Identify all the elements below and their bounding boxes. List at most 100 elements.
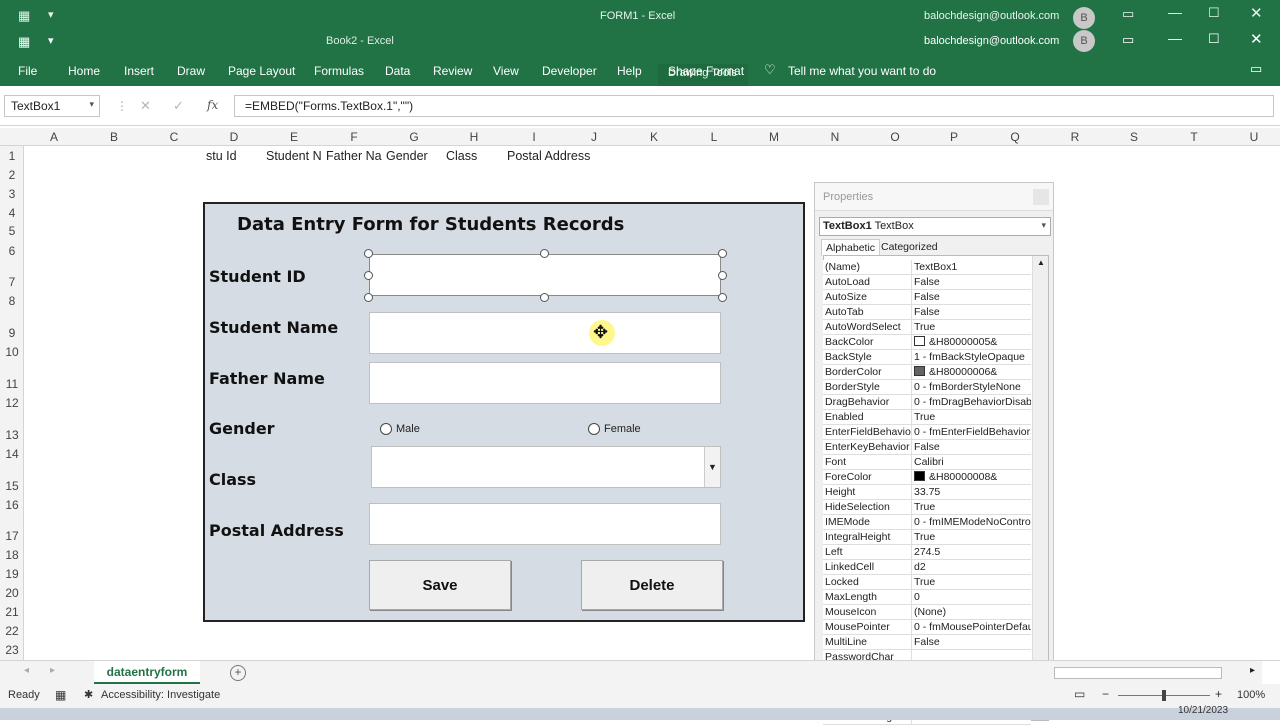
row-header[interactable]: 3	[0, 187, 24, 201]
property-row[interactable]: IMEMode 0 - fmIMEModeNoControl	[823, 515, 1031, 530]
property-value[interactable]: 0 - fmEnterFieldBehaviorS	[914, 426, 1031, 438]
row-header[interactable]: 12	[0, 396, 24, 410]
property-row[interactable]: AutoTab False	[823, 305, 1031, 320]
cell-e1[interactable]: Student N	[266, 149, 322, 163]
column-header[interactable]: U	[1244, 130, 1264, 144]
column-header[interactable]: D	[224, 130, 244, 144]
father-name-input[interactable]	[369, 362, 721, 404]
tell-me-search[interactable]: Tell me what you want to do	[788, 64, 936, 78]
zoom-in-icon[interactable]: +	[1215, 687, 1222, 701]
chevron-up-icon[interactable]: ▲	[1037, 258, 1045, 267]
maximize-icon[interactable]: ☐	[1208, 5, 1220, 21]
resize-handle[interactable]	[540, 249, 549, 258]
property-value[interactable]: &H80000008&	[914, 471, 1031, 483]
insert-function-icon[interactable]: fx	[207, 98, 218, 112]
resize-handle[interactable]	[718, 293, 727, 302]
avatar[interactable]: B	[1073, 7, 1095, 29]
resize-handle[interactable]	[718, 249, 727, 258]
row-header[interactable]: 1	[0, 149, 24, 163]
resize-handle[interactable]	[364, 293, 373, 302]
property-value[interactable]: True	[914, 531, 1031, 543]
property-value[interactable]: &H80000005&	[914, 336, 1031, 348]
student-id-input[interactable]	[369, 254, 721, 296]
column-header[interactable]: P	[944, 130, 964, 144]
property-row[interactable]: MaxLength 0	[823, 590, 1031, 605]
tab-home[interactable]: Home	[68, 64, 100, 78]
tab-formulas[interactable]: Formulas	[314, 64, 364, 78]
tab-data[interactable]: Data	[385, 64, 410, 78]
property-value[interactable]: True	[914, 321, 1031, 333]
ribbon-display-icon[interactable]: ▭	[1122, 32, 1134, 48]
cell-h1[interactable]: Class	[446, 149, 477, 163]
row-header[interactable]: 7	[0, 275, 24, 289]
accessibility-icon[interactable]: ✱	[84, 688, 93, 701]
property-value[interactable]: False	[914, 276, 1031, 288]
resize-handle[interactable]	[364, 249, 373, 258]
account-name-back[interactable]: balochdesign@outlook.com	[924, 10, 1059, 22]
tab-review[interactable]: Review	[433, 64, 472, 78]
properties-titlebar[interactable]: Properties	[815, 183, 1053, 211]
resize-handle[interactable]	[718, 271, 727, 280]
row-header[interactable]: 9	[0, 326, 24, 340]
property-row[interactable]: BackStyle 1 - fmBackStyleOpaque	[823, 350, 1031, 365]
accessibility-status[interactable]: Accessibility: Investigate	[101, 689, 220, 701]
row-header[interactable]: 8	[0, 294, 24, 308]
resize-handle[interactable]	[540, 293, 549, 302]
close-icon[interactable]: ✕	[1250, 4, 1263, 22]
formula-input[interactable]: =EMBED("Forms.TextBox.1","")	[234, 95, 1274, 117]
property-row[interactable]: Height 33.75	[823, 485, 1031, 500]
property-row[interactable]: AutoSize False	[823, 290, 1031, 305]
tab-draw[interactable]: Draw	[177, 64, 205, 78]
postal-address-input[interactable]	[369, 503, 721, 545]
property-scrollbar[interactable]: ▲	[1032, 256, 1048, 720]
property-value[interactable]: 0 - fmDragBehaviorDisable	[914, 396, 1031, 408]
row-header[interactable]: 17	[0, 529, 24, 543]
tab-page-layout[interactable]: Page Layout	[228, 64, 295, 78]
scroll-left-icon[interactable]: ◂	[24, 665, 29, 676]
enter-icon[interactable]: ✓	[173, 98, 184, 114]
close-icon[interactable]: ✕	[1250, 30, 1263, 48]
column-header[interactable]: C	[164, 130, 184, 144]
zoom-level[interactable]: 100%	[1237, 689, 1265, 701]
row-header[interactable]: 10	[0, 345, 24, 359]
row-header[interactable]: 20	[0, 586, 24, 600]
radio-male[interactable]	[380, 423, 392, 435]
object-selector[interactable]: TextBox1 TextBox ▾	[819, 217, 1051, 236]
property-row[interactable]: MousePointer 0 - fmMousePointerDefaul	[823, 620, 1031, 635]
column-header[interactable]: E	[284, 130, 304, 144]
maximize-icon[interactable]: ☐	[1208, 31, 1220, 47]
property-row[interactable]: AutoLoad False	[823, 275, 1031, 290]
property-row[interactable]: EnterFieldBehavior 0 - fmEnterFieldBehavi…	[823, 425, 1031, 440]
property-value[interactable]: 0 - fmBorderStyleNone	[914, 381, 1031, 393]
page-layout-view-icon[interactable]: ▭	[1074, 687, 1085, 701]
cell-d1[interactable]: stu Id	[206, 149, 237, 163]
property-row[interactable]: AutoWordSelect True	[823, 320, 1031, 335]
column-header[interactable]: I	[524, 130, 544, 144]
resize-handle[interactable]	[364, 271, 373, 280]
property-row[interactable]: Left 274.5	[823, 545, 1031, 560]
property-row[interactable]: Font Calibri	[823, 455, 1031, 470]
property-value[interactable]: 0	[914, 591, 1031, 603]
cancel-icon[interactable]: ✕	[140, 98, 151, 114]
property-value[interactable]: False	[914, 441, 1031, 453]
property-value[interactable]: Calibri	[914, 456, 1031, 468]
column-header[interactable]: T	[1184, 130, 1204, 144]
close-icon[interactable]	[1033, 189, 1049, 205]
zoom-out-icon[interactable]: −	[1102, 687, 1109, 701]
property-value[interactable]: True	[914, 411, 1031, 423]
column-header[interactable]: H	[464, 130, 484, 144]
property-row[interactable]: IntegralHeight True	[823, 530, 1031, 545]
save-button[interactable]: Save	[369, 560, 511, 610]
chevron-down-icon[interactable]: ▾	[1041, 220, 1046, 231]
minimize-icon[interactable]: —	[1168, 30, 1182, 46]
account-name-front[interactable]: balochdesign@outlook.com	[924, 35, 1059, 47]
column-header[interactable]: Q	[1005, 130, 1025, 144]
row-header[interactable]: 19	[0, 567, 24, 581]
add-sheet-icon[interactable]: +	[230, 665, 246, 681]
property-row[interactable]: DragBehavior 0 - fmDragBehaviorDisable	[823, 395, 1031, 410]
row-header[interactable]: 11	[0, 377, 24, 391]
qat-dropdown-icon[interactable]: ▾	[48, 8, 54, 21]
row-header[interactable]: 6	[0, 244, 24, 258]
ribbon-display-icon[interactable]: ▭	[1122, 6, 1134, 22]
property-row[interactable]: HideSelection True	[823, 500, 1031, 515]
